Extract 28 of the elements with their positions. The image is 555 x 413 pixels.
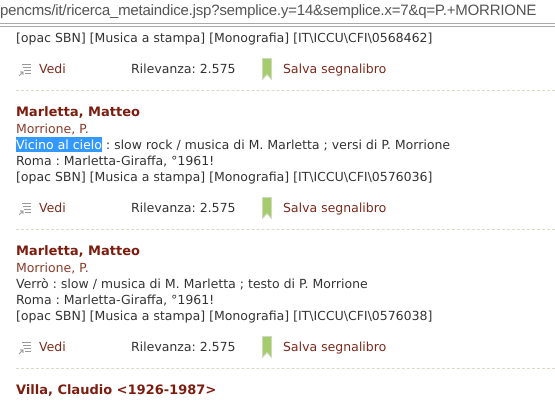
bookmark-icon[interactable] — [262, 58, 272, 80]
view-link[interactable]: Vedi — [39, 61, 66, 77]
bookmark-icon[interactable] — [262, 197, 272, 219]
bookmark-link[interactable]: Salva segnalibro — [283, 200, 386, 216]
bookmark-link[interactable]: Salva segnalibro — [283, 61, 386, 77]
co-author: Morrione, P. — [16, 121, 90, 137]
record-tags: [opac SBN] [Musica a stampa] [Monografia] [IT\ICCU\CFI\0576038] — [16, 308, 555, 324]
author-name[interactable]: Marletta, Matteo — [16, 244, 555, 260]
co-author: Morrione, P. — [16, 260, 90, 276]
list-icon[interactable] — [18, 341, 31, 355]
record-tags: [opac SBN] [Musica a stampa] [Monografia] [IT\ICCU\CFI\0576036] — [16, 169, 555, 185]
imprint: Roma : Marletta-Giraffa, °1961! — [16, 153, 216, 169]
author-name[interactable]: Marletta, Matteo — [16, 105, 555, 121]
author-name[interactable]: Villa, Claudio <1926-1987> — [16, 383, 555, 399]
bookmark-icon[interactable] — [262, 336, 272, 358]
record-title: Verrò : slow / musica di M. Marletta ; testo di P. Morrione — [16, 276, 369, 292]
imprint: Roma : Marletta-Giraffa, °1961! — [16, 292, 216, 308]
address-url[interactable]: pencms/it/ricerca_metaindice.jsp?semplice.y=14&semplice.x=7&q=P.+MORRIONE — [0, 0, 536, 22]
list-icon[interactable] — [18, 202, 31, 216]
view-link[interactable]: Vedi — [39, 200, 66, 216]
record-title: Vicino al cielo : slow rock / musica di M. Marletta ; versi di P. Morrione — [16, 137, 452, 153]
list-icon[interactable] — [18, 63, 31, 77]
relevance: Rilevanza: 2.575 — [131, 339, 236, 355]
view-link[interactable]: Vedi — [39, 339, 66, 355]
record-tags: [opac SBN] [Musica a stampa] [Monografia] [IT\ICCU\CFI\0568462] — [16, 30, 555, 46]
relevance: Rilevanza: 2.575 — [131, 61, 236, 77]
relevance: Rilevanza: 2.575 — [131, 200, 236, 216]
bookmark-link[interactable]: Salva segnalibro — [283, 339, 386, 355]
